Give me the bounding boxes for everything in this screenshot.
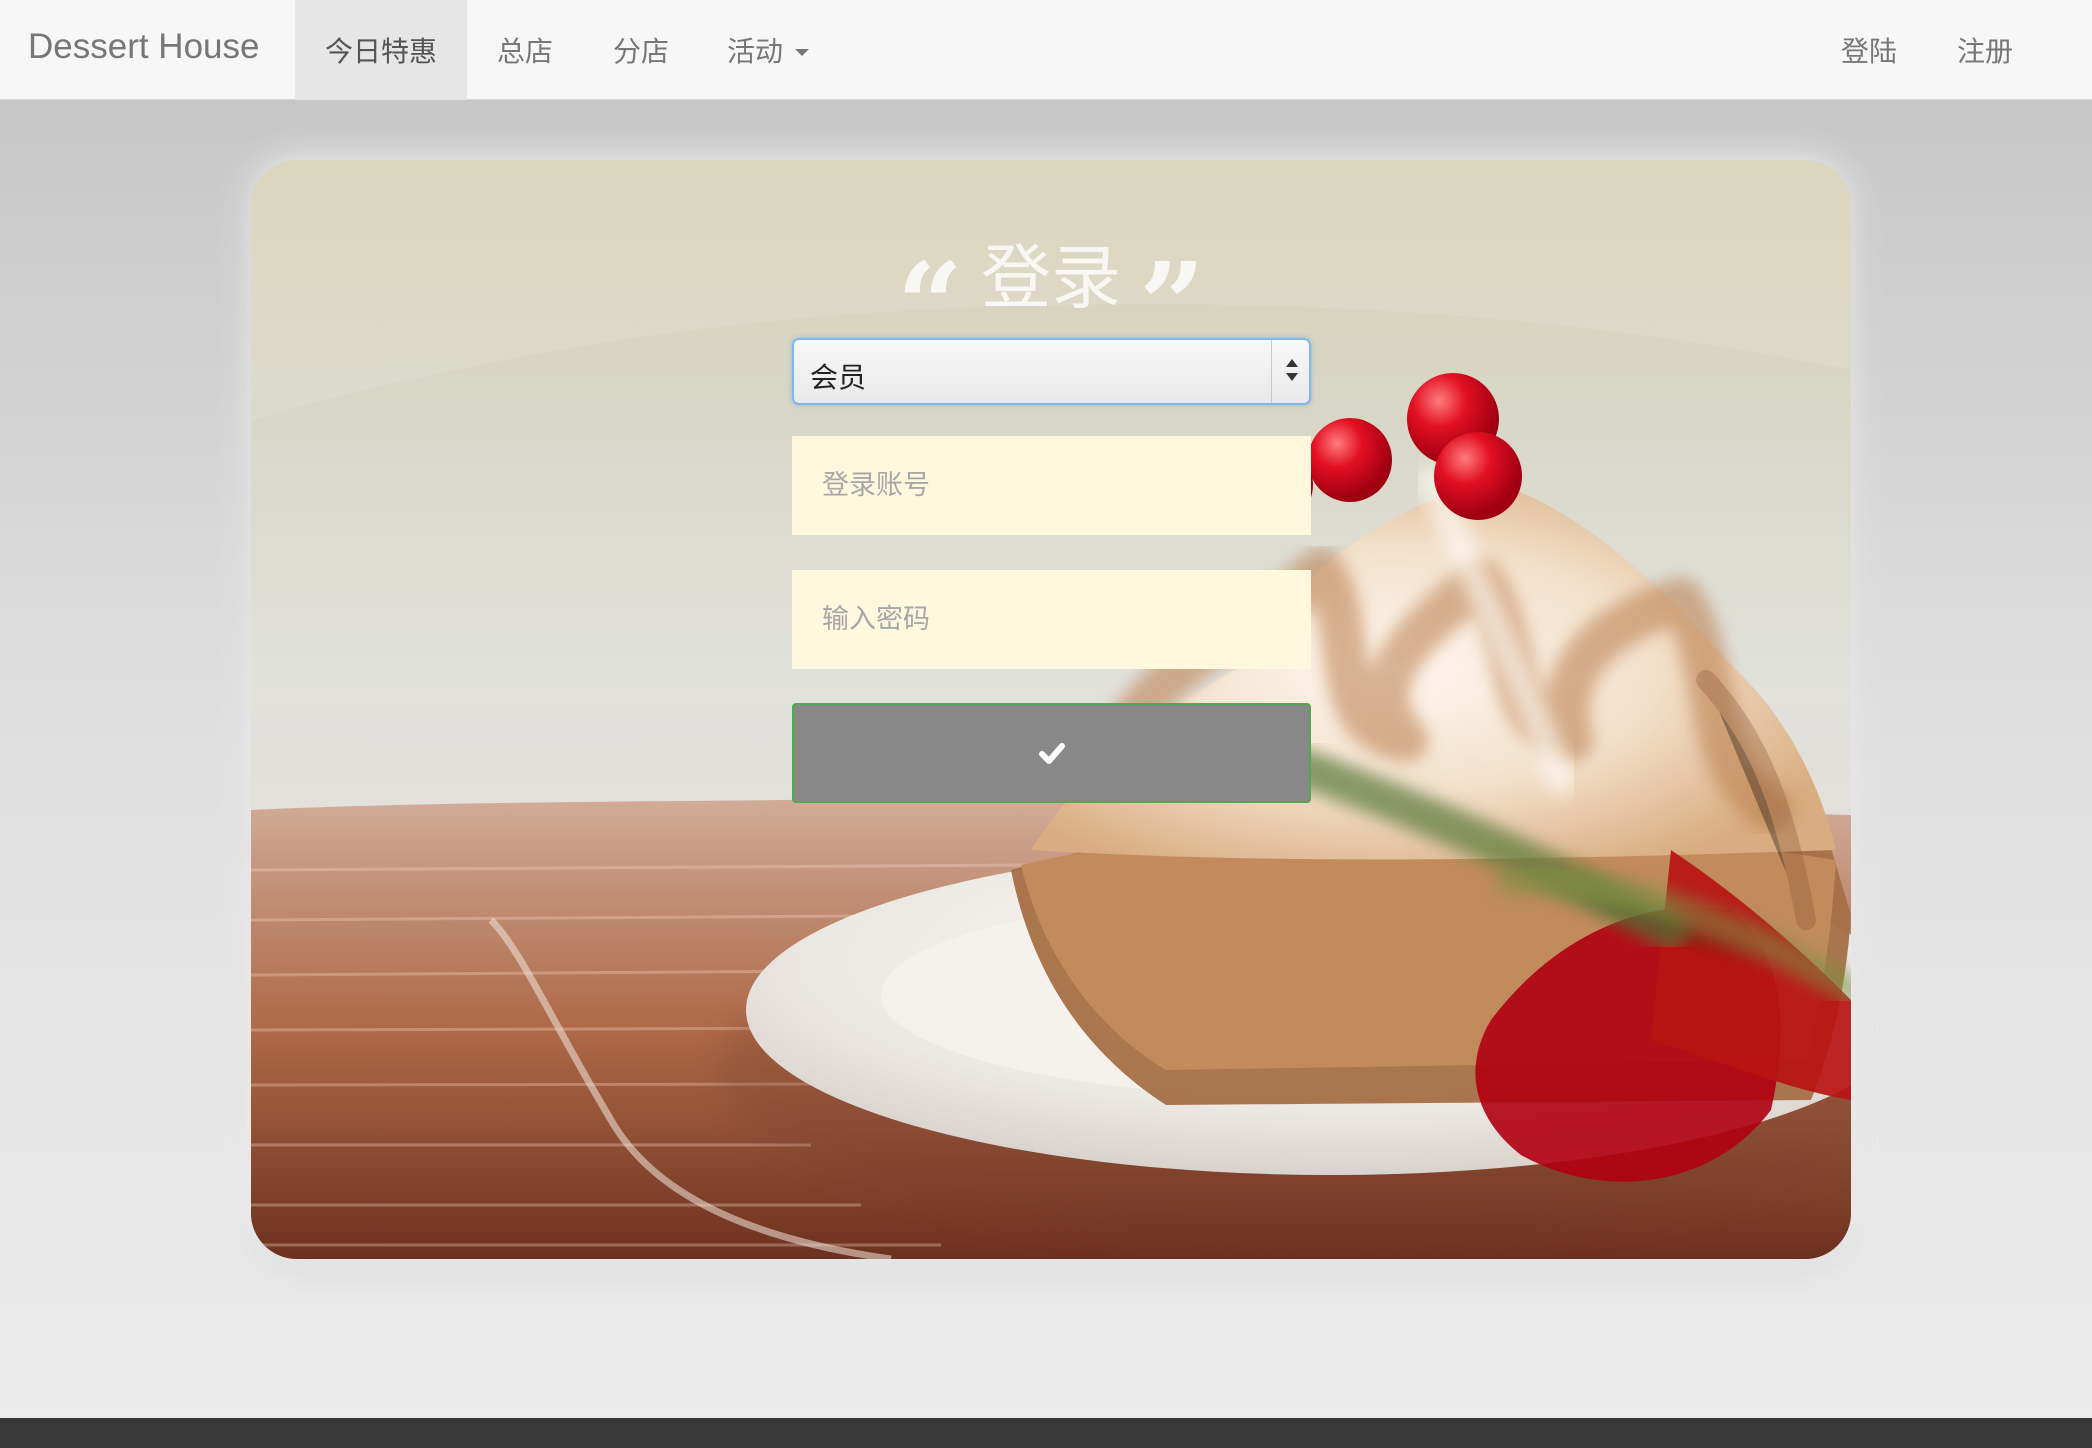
nav-item-head-store[interactable]: 总店 (467, 0, 583, 100)
login-submit-button[interactable] (792, 703, 1311, 803)
login-card: “登录” 会员 (251, 160, 1851, 1259)
arrow-up-icon (1286, 359, 1298, 367)
nav-item-label: 活动 (726, 35, 783, 68)
login-link[interactable]: 登陆 (1811, 0, 1927, 100)
check-icon (1039, 743, 1065, 764)
nav-item-branch-store[interactable]: 分店 (583, 0, 699, 100)
chevron-down-icon (795, 48, 809, 56)
password-input[interactable] (792, 570, 1311, 669)
register-link[interactable]: 注册 (1927, 0, 2043, 100)
login-title: 登录 (981, 236, 1121, 319)
footer-bar (0, 1418, 2092, 1448)
arrow-down-icon (1286, 373, 1298, 381)
nav-item-label: 总店 (496, 35, 553, 68)
brand-link[interactable]: Dessert House (28, 27, 259, 67)
role-selected-value: 会员 (810, 361, 867, 394)
role-select[interactable]: 会员 (792, 338, 1311, 405)
nav-item-label: 分店 (612, 35, 669, 68)
nav-item-label: 登陆 (1840, 35, 1897, 68)
account-input[interactable] (792, 436, 1311, 535)
nav-item-today-specials[interactable]: 今日特惠 (295, 0, 467, 100)
nav-item-activities-dropdown[interactable]: 活动 (699, 0, 837, 100)
select-arrows-icon (1271, 340, 1309, 403)
nav-item-label: 注册 (1956, 35, 2013, 68)
top-navbar: Dessert House 今日特惠 总店 分店 活动 登陆 注册 (0, 0, 2092, 100)
nav-item-label: 今日特惠 (324, 35, 437, 68)
